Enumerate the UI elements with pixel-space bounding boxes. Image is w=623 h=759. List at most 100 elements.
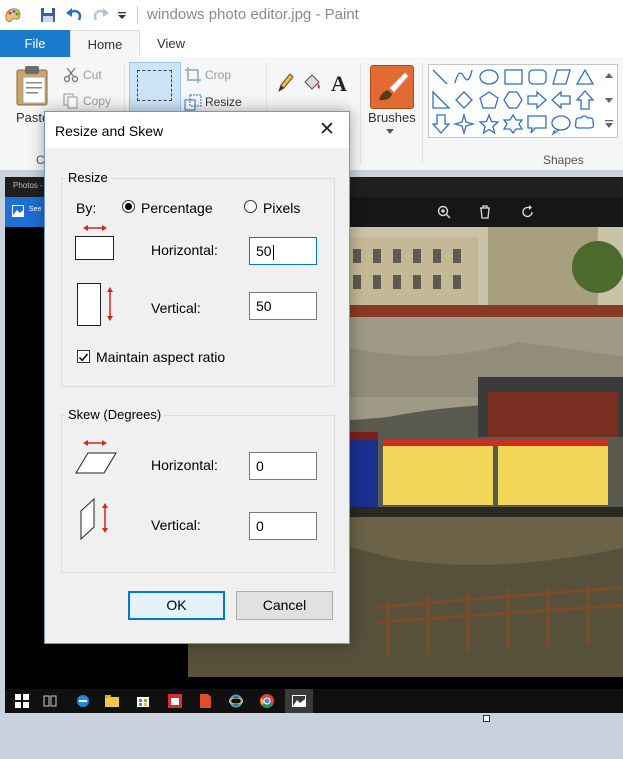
crop-icon[interactable] <box>184 66 202 84</box>
by-label: By: <box>76 200 97 216</box>
line-shape-icon[interactable] <box>432 69 448 85</box>
skew-vertical-icon <box>80 497 108 541</box>
maintain-aspect-label[interactable]: Maintain aspect ratio <box>96 349 225 365</box>
scroll-up-icon[interactable] <box>605 73 613 78</box>
horizontal-label: Horizontal: <box>151 242 218 258</box>
skew-group-label: Skew (Degrees) <box>65 407 165 422</box>
svg-text:A: A <box>331 72 347 94</box>
close-icon: ✕ <box>319 119 335 140</box>
ok-button[interactable]: OK <box>128 591 225 620</box>
skew-horizontal-label: Horizontal: <box>151 457 218 473</box>
five-point-star-shape-icon[interactable] <box>478 113 500 135</box>
save-icon[interactable] <box>38 5 58 25</box>
vertical-label: Vertical: <box>151 300 201 316</box>
triangle-shape-icon[interactable] <box>575 68 595 85</box>
curve-shape-icon[interactable] <box>454 69 473 84</box>
customize-quick-access-icon[interactable] <box>116 5 128 25</box>
rectangular-callout-shape-icon[interactable] <box>527 115 547 134</box>
photos-see-label: See <box>29 206 42 213</box>
photos-taskbar-button <box>285 689 313 713</box>
resize-vertical-icon <box>77 283 113 326</box>
skew-vertical-input[interactable]: 0 <box>249 512 317 540</box>
internet-explorer-icon <box>229 694 243 708</box>
resize-icon[interactable] <box>184 93 202 111</box>
canvas-resize-handle[interactable] <box>483 715 490 722</box>
brushes-icon[interactable] <box>370 65 414 109</box>
resize-skew-dialog: Resize and Skew ✕ Resize By: Percentage … <box>44 111 350 644</box>
right-triangle-shape-icon[interactable] <box>432 90 451 109</box>
cut-icon[interactable] <box>63 67 79 83</box>
close-button[interactable]: ✕ <box>310 117 344 143</box>
up-arrow-shape-icon[interactable] <box>575 90 595 110</box>
right-arrow-shape-icon[interactable] <box>527 90 547 110</box>
select-button[interactable] <box>129 62 181 114</box>
cloud-callout-shape-icon[interactable] <box>574 115 595 129</box>
dialog-title: Resize and Skew <box>55 123 164 139</box>
maintain-aspect-checkbox[interactable] <box>77 350 90 363</box>
copy-button-label[interactable]: Copy <box>83 94 111 108</box>
delete-icon <box>480 205 490 219</box>
paint-app-icon[interactable] <box>3 5 23 25</box>
horizontal-percent-input[interactable]: 50 <box>249 237 317 265</box>
skew-vertical-value: 0 <box>256 518 264 534</box>
six-point-star-shape-icon[interactable] <box>502 113 524 135</box>
title-separator <box>137 6 138 24</box>
scroll-down-icon[interactable] <box>605 98 613 103</box>
horizontal-percent-value: 50 <box>256 243 272 259</box>
red-app-icon <box>168 694 182 708</box>
shapes-gallery[interactable] <box>428 64 603 138</box>
resize-group-label: Resize <box>65 170 111 185</box>
file-explorer-icon <box>105 695 119 707</box>
percentage-label[interactable]: Percentage <box>141 200 213 216</box>
tab-view[interactable]: View <box>140 30 202 57</box>
rounded-rectangle-shape-icon[interactable] <box>528 69 547 85</box>
windows-start-icon <box>15 694 29 708</box>
rotate-icon <box>522 205 533 218</box>
polygon-shape-icon[interactable] <box>552 69 571 85</box>
window-title: windows photo editor.jpg - Paint <box>147 6 359 23</box>
fill-bucket-icon[interactable] <box>302 72 322 94</box>
resize-button-label[interactable]: Resize <box>205 95 242 109</box>
hexagon-shape-icon[interactable] <box>503 91 523 109</box>
pdf-app-icon <box>200 694 211 708</box>
skew-horizontal-input[interactable]: 0 <box>249 452 317 480</box>
text-tool-icon[interactable]: A <box>330 72 350 94</box>
cancel-button[interactable]: Cancel <box>236 591 333 620</box>
oval-callout-shape-icon[interactable] <box>551 115 571 136</box>
diamond-shape-icon[interactable] <box>455 91 473 109</box>
shapes-scroll[interactable] <box>601 64 618 138</box>
tab-home[interactable]: Home <box>70 30 140 59</box>
left-arrow-shape-icon[interactable] <box>551 90 571 110</box>
pixels-radio[interactable] <box>244 200 257 213</box>
shapes-group-label: Shapes <box>543 153 584 167</box>
brushes-dropdown-icon[interactable] <box>386 129 394 134</box>
rectangle-shape-icon[interactable] <box>504 69 523 85</box>
title-bar: windows photo editor.jpg - Paint <box>0 0 623 30</box>
pixels-label[interactable]: Pixels <box>263 200 300 216</box>
resize-horizontal-icon <box>75 225 114 260</box>
crop-button-label[interactable]: Crop <box>205 68 231 82</box>
copy-icon[interactable] <box>63 93 79 109</box>
pentagon-shape-icon[interactable] <box>479 91 499 109</box>
four-point-star-shape-icon[interactable] <box>452 112 476 136</box>
skew-vertical-label: Vertical: <box>151 517 201 533</box>
photos-title: Photos - <box>13 181 43 190</box>
zoom-icon <box>437 205 451 219</box>
undo-icon[interactable] <box>64 5 84 25</box>
brush-glyph-icon <box>379 72 409 101</box>
paste-icon[interactable] <box>14 65 52 107</box>
down-arrow-shape-icon[interactable] <box>431 114 451 134</box>
pencil-icon[interactable] <box>276 72 294 94</box>
redo-icon[interactable] <box>91 5 111 25</box>
skew-horizontal-value: 0 <box>256 458 264 474</box>
tab-file[interactable]: File <box>0 30 70 57</box>
taskbar <box>5 689 623 713</box>
vertical-percent-input[interactable]: 50 <box>249 292 317 320</box>
percentage-radio[interactable] <box>122 200 135 213</box>
brushes-button-label[interactable]: Brushes <box>368 110 416 125</box>
oval-shape-icon[interactable] <box>479 69 499 85</box>
cut-button-label[interactable]: Cut <box>83 68 102 82</box>
gallery-expand-icon[interactable] <box>605 120 613 128</box>
edge-icon <box>77 695 89 707</box>
dialog-title-bar: Resize and Skew ✕ <box>45 112 349 148</box>
